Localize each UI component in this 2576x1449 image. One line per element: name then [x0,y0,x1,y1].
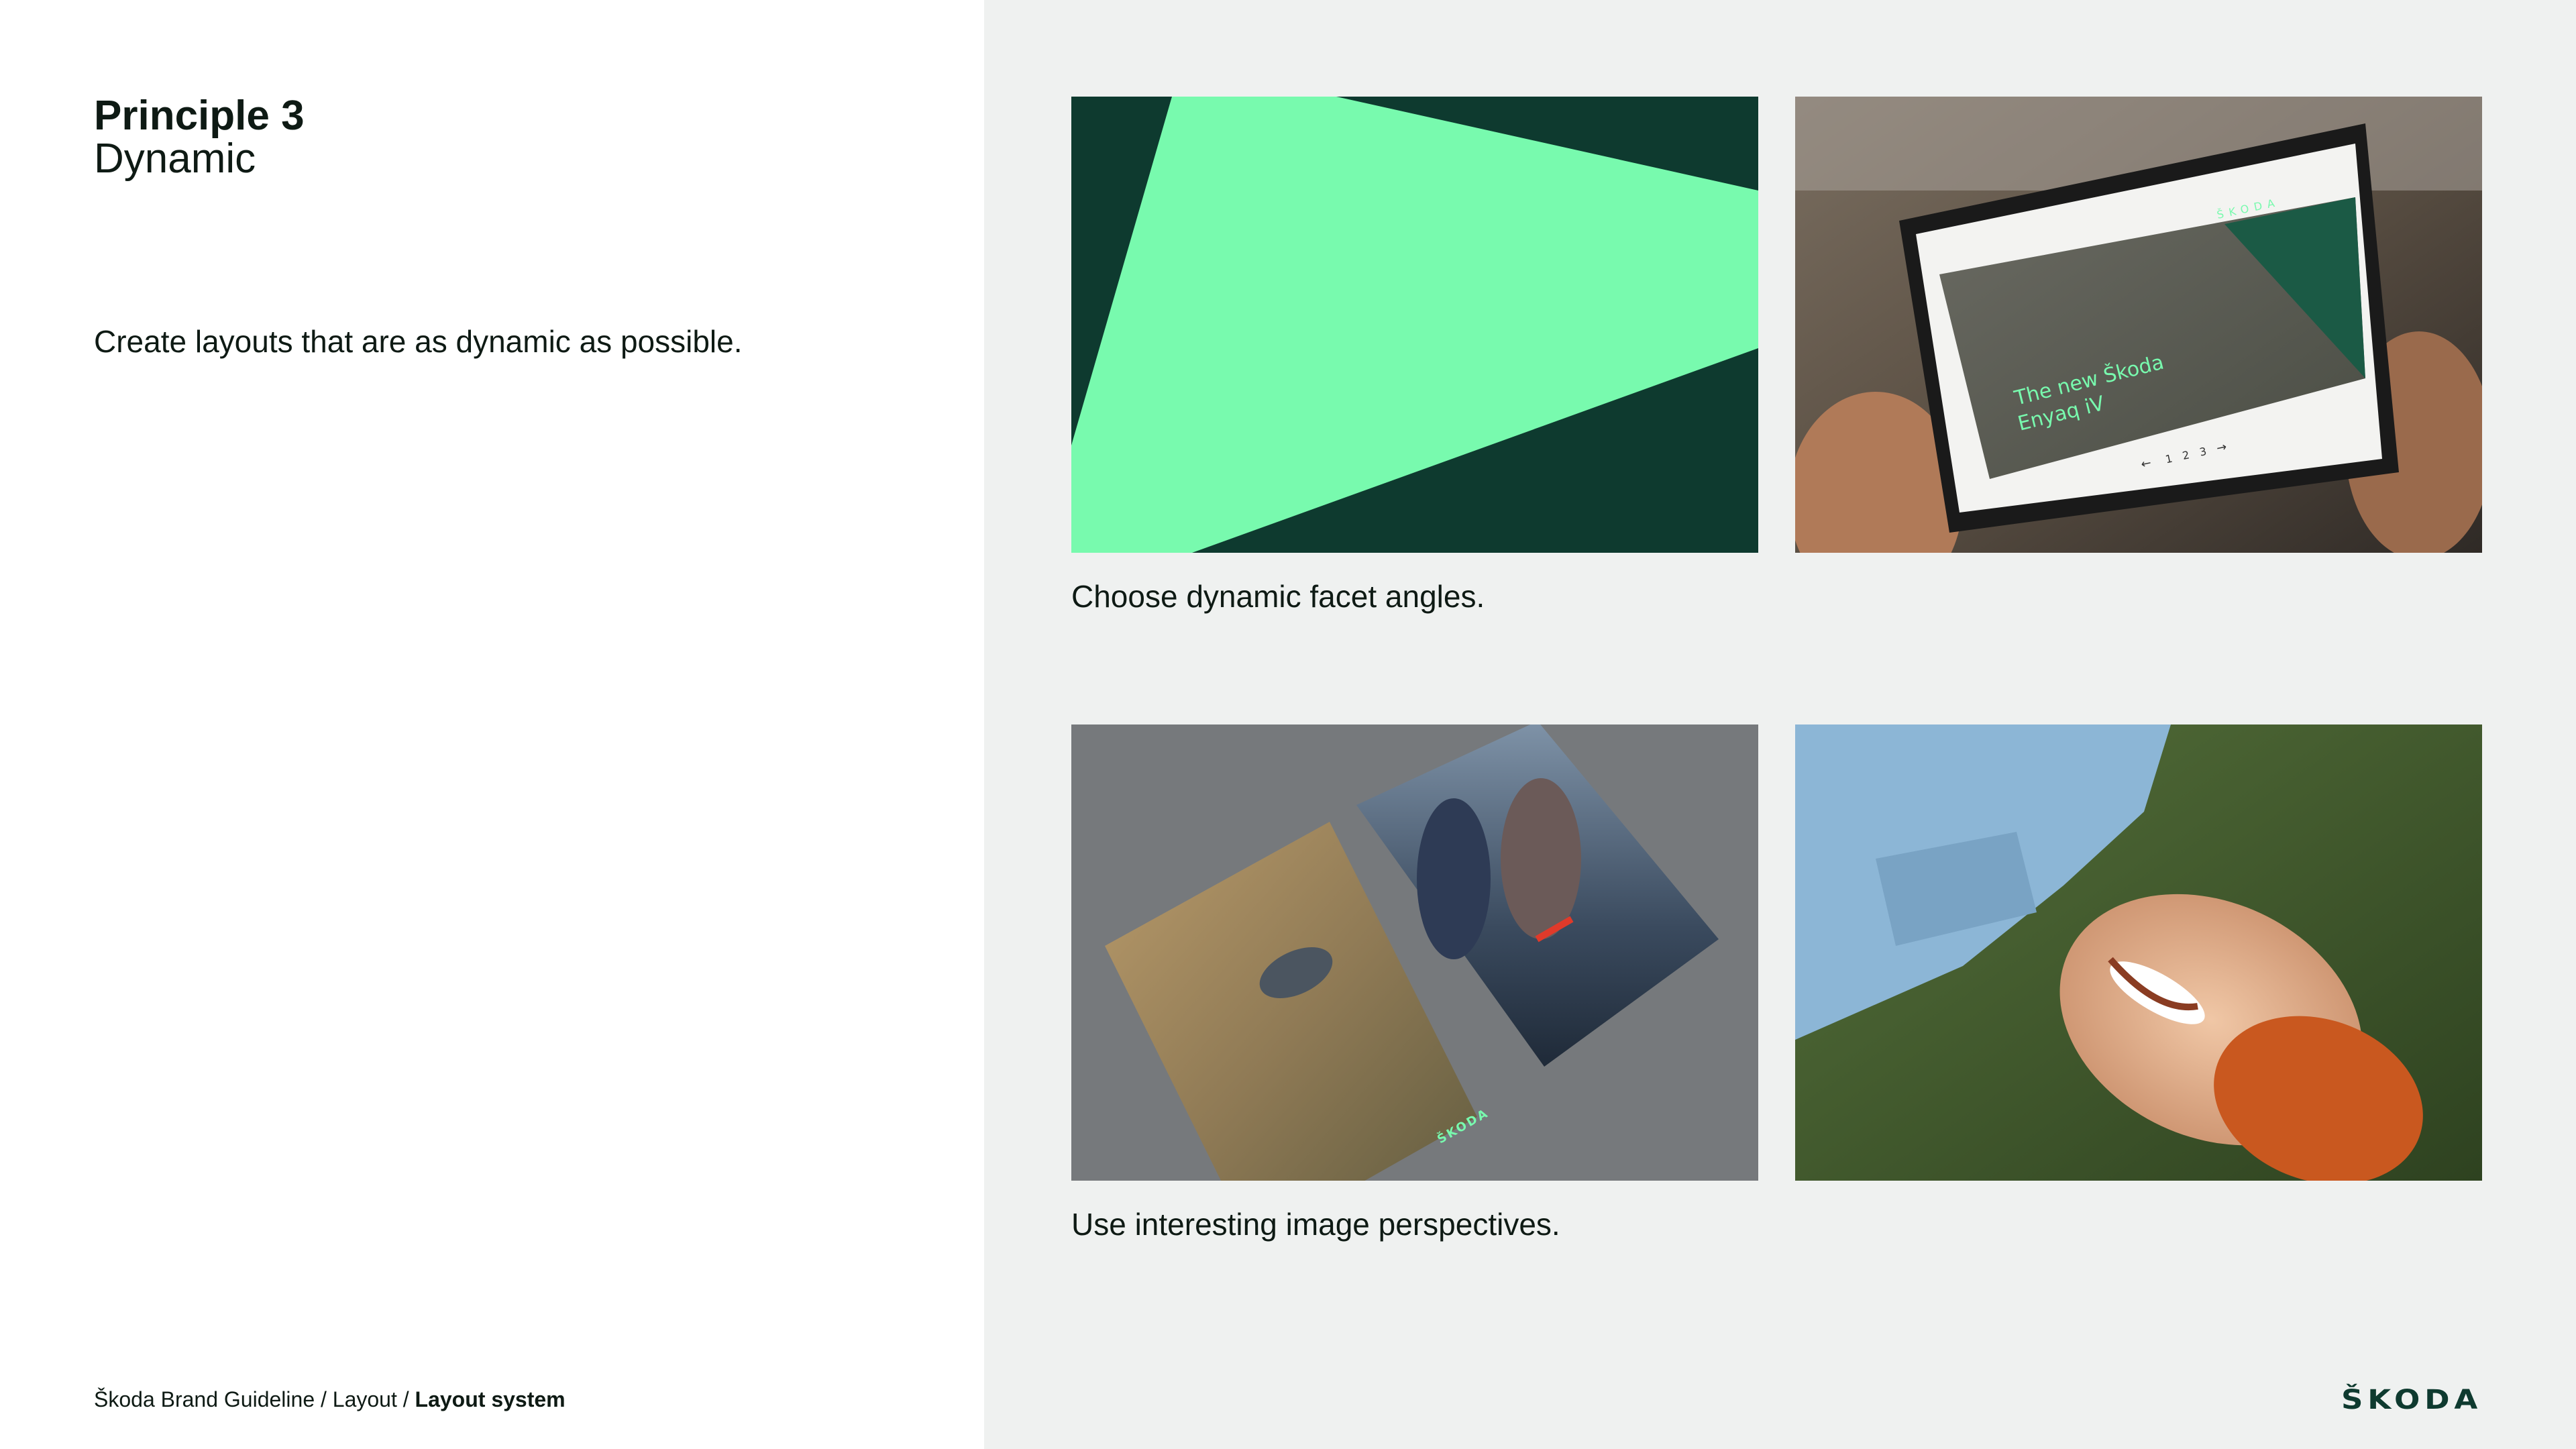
skoda-logo: ŠKODA [2341,1383,2482,1415]
facet-graphic-image [1071,97,1758,553]
brochures-illustration: ŠKODA [1071,724,1758,1181]
breadcrumb-path: Škoda Brand Guideline / Layout / [94,1387,409,1411]
tablet-illustration: ŠKODA The new Škoda Enyaq iV ← 1 2 3 → [1795,97,2482,553]
smiling-man-photo [1795,724,2482,1181]
tablet-photo: ŠKODA The new Škoda Enyaq iV ← 1 2 3 → [1795,97,2482,553]
principle-description: Create layouts that are as dynamic as po… [94,324,743,359]
principle-title: Principle 3 [94,93,305,139]
brochures-photo: ŠKODA [1071,724,1758,1181]
facet-graphic [1071,97,1758,553]
caption-image-perspectives: Use interesting image perspectives. [1071,1207,1560,1242]
smiling-man-illustration [1795,724,2482,1181]
caption-facet-angles: Choose dynamic facet angles. [1071,579,1485,614]
breadcrumb-current: Layout system [415,1387,566,1411]
principle-subtitle: Dynamic [94,136,256,182]
breadcrumb: Škoda Brand Guideline / Layout / Layout … [94,1387,566,1412]
left-panel: Principle 3 Dynamic Create layouts that … [0,0,984,1449]
svg-text:ŠKODA: ŠKODA [2341,1383,2482,1415]
